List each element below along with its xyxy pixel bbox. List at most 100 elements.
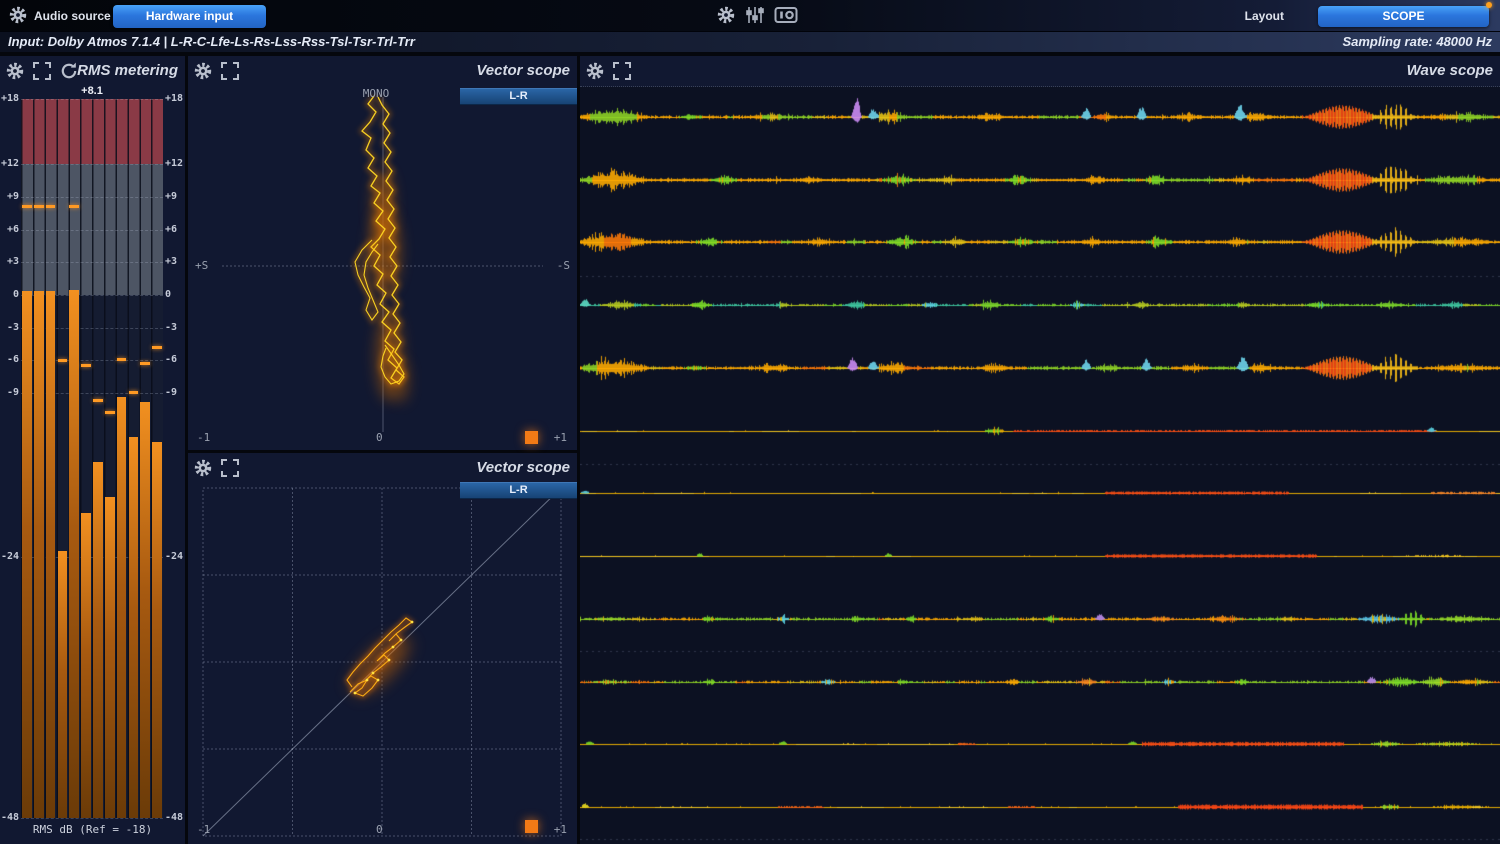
meter-tick-label: +18 (0, 93, 19, 104)
rms-peak-Lfe (58, 359, 68, 362)
meter-tick-label: +18 (165, 93, 185, 104)
sampling-rate-text: Sampling rate: 48000 Hz (1342, 34, 1492, 49)
meter-tick-label: +6 (0, 224, 19, 235)
audio-analyzer-window: Audio source Hardware input Layout SCOPE… (0, 0, 1500, 844)
meter-tick-label: -24 (0, 551, 19, 562)
rms-bar-R (34, 291, 44, 818)
mono-label: MONO (348, 87, 404, 100)
rms-bar-C (46, 291, 56, 818)
rms-peak-Trr (152, 346, 162, 349)
meter-tick-label: -3 (0, 322, 19, 333)
top-toolbar: Audio source Hardware input Layout SCOPE (0, 0, 1500, 31)
meter-zone-over (21, 99, 163, 164)
meter-tick-label: -9 (0, 387, 19, 398)
meter-tick-label: +3 (165, 256, 185, 267)
rms-peak-C (46, 205, 56, 208)
wave-scope-header: Wave scope (580, 56, 1500, 87)
rms-peak-Tsr (129, 391, 139, 394)
rms-bar-Lfe (58, 551, 68, 818)
rms-bar-Trl (140, 402, 150, 818)
x-axis-max-label: +1 (554, 823, 567, 836)
wave-scope-title: Wave scope (1407, 62, 1493, 79)
rms-bar-Trr (152, 442, 162, 818)
meter-tick-label: -6 (165, 354, 185, 365)
x-axis-max-label: +1 (554, 431, 567, 444)
gear-icon[interactable] (716, 5, 736, 25)
vector-scope-2-title: Vector scope (476, 459, 570, 476)
channel-pair-button[interactable]: L-R (460, 482, 577, 499)
meter-tick-label: -9 (165, 387, 185, 398)
meter-tick-label: +6 (165, 224, 185, 235)
x-axis-zero-label: 0 (376, 823, 383, 836)
vector-scope-1-header: Vector scope (188, 56, 577, 86)
rms-meter: +18 +18 +12 +12 +9 +9 +6 +6 +3 +3 0 0 -3 -3 -6 -6 -9 -9 -2… (0, 56, 185, 844)
meter-tick-label: -48 (165, 812, 185, 823)
rms-peak-Rss (105, 411, 115, 414)
center-tool-group (716, 5, 794, 25)
meter-tick-label: +3 (0, 256, 19, 267)
meter-gridline (21, 230, 163, 231)
meter-tick-label: -3 (165, 322, 185, 333)
vector-scope-display (188, 453, 577, 844)
rms-peak-Tsl (117, 358, 127, 361)
x-axis-min-label: -1 (197, 431, 210, 444)
info-bar: Input: Dolby Atmos 7.1.4 | L-R-C-Lfe-Ls-… (0, 31, 1500, 52)
rms-metering-panel: RMS metering +18+18+12+12+9+9+6+6+3+300-… (0, 56, 185, 844)
gear-icon[interactable] (193, 458, 213, 478)
sliders-icon[interactable] (745, 5, 765, 25)
expand-icon[interactable] (220, 458, 240, 478)
rms-bar-Rs (81, 513, 91, 818)
vector-scope-2-header: Vector scope (188, 453, 577, 483)
rms-bar-Ls (69, 290, 79, 818)
meter-tick-label: -48 (0, 812, 19, 823)
meter-gridline (21, 164, 163, 165)
gear-icon[interactable] (193, 61, 213, 81)
channel-pair-button[interactable]: L-R (460, 88, 577, 105)
meter-tick-label: 0 (165, 289, 185, 300)
meter-tick-label: +9 (0, 191, 19, 202)
gear-icon[interactable] (8, 5, 28, 25)
meter-tick-label: 0 (0, 289, 19, 300)
clip-indicator-square (525, 431, 538, 444)
vector-scope-display (188, 56, 577, 450)
rms-bar-Tsr (129, 437, 139, 818)
rms-peak-Ls (69, 205, 79, 208)
meter-gridline (21, 818, 163, 819)
meter-tick-label: +9 (165, 191, 185, 202)
rms-peak-Trl (140, 362, 150, 365)
x-axis-min-label: -1 (197, 823, 210, 836)
rms-peak-L (22, 205, 32, 208)
vector-scope-panel-1: Vector scope MONO L-R +S -S -1 0 +1 (188, 56, 577, 450)
meter-gridline (21, 99, 163, 100)
rms-peak-R (34, 205, 44, 208)
status-dot (1486, 2, 1492, 8)
vector-scope-1-title: Vector scope (476, 62, 570, 79)
peak-readout: +8.1 (21, 85, 163, 97)
scope-button[interactable]: SCOPE (1318, 6, 1489, 27)
meter-tick-label: +12 (165, 158, 185, 169)
wave-display (580, 88, 1500, 844)
meter-tick-label: +12 (0, 158, 19, 169)
rms-peak-Rs (81, 364, 91, 367)
rms-footer-label: RMS dB (Ref = -18) (0, 823, 185, 836)
vector-scope-panel-2: Vector scope L-R -1 0 +1 (188, 453, 577, 844)
meter-gridline (21, 197, 163, 198)
input-format-text: Input: Dolby Atmos 7.1.4 | L-R-C-Lfe-Ls-… (8, 34, 415, 49)
hardware-input-button[interactable]: Hardware input (113, 5, 266, 28)
rms-peak-Lss (93, 399, 103, 402)
expand-icon[interactable] (612, 61, 632, 81)
meter-gridline (21, 262, 163, 263)
io-icon[interactable] (774, 5, 794, 25)
meter-tick-label: -6 (0, 354, 19, 365)
audio-source-label: Audio source (34, 9, 111, 23)
gear-icon[interactable] (585, 61, 605, 81)
rms-bar-Lss (93, 462, 103, 818)
minus-s-label: -S (557, 259, 570, 272)
meter-tick-label: -24 (165, 551, 185, 562)
expand-icon[interactable] (220, 61, 240, 81)
rms-bar-Rss (105, 497, 115, 818)
wave-scope-panel: Wave scope (580, 56, 1500, 844)
rms-bar-L (22, 291, 32, 818)
rms-bar-Tsl (117, 397, 127, 818)
plus-s-label: +S (195, 259, 208, 272)
